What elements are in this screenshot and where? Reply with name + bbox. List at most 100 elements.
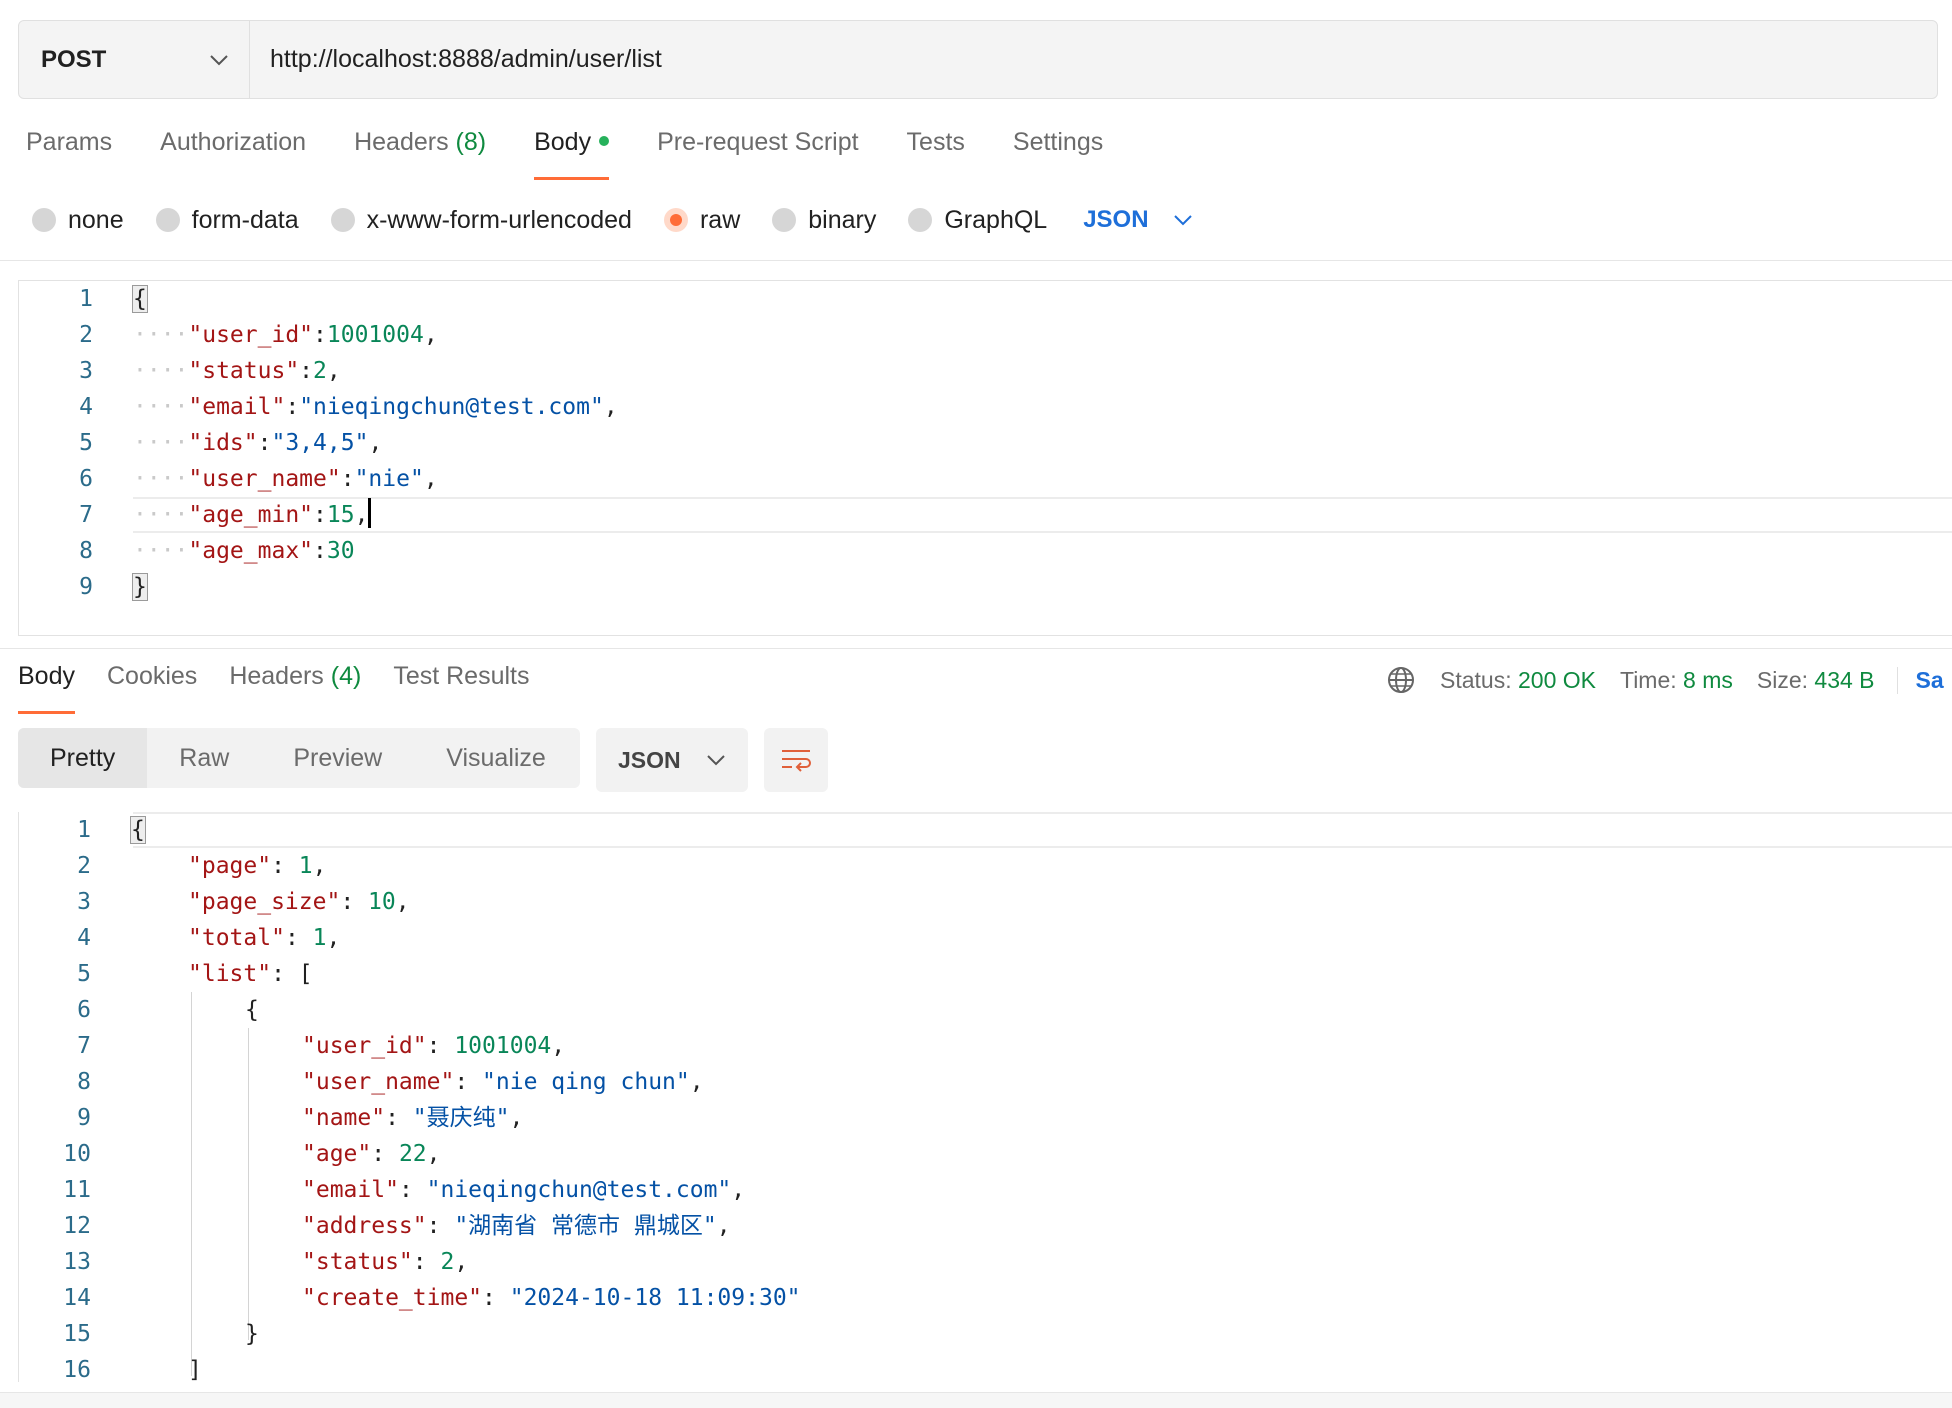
text-cursor: [368, 498, 372, 528]
tab-body[interactable]: Body: [534, 128, 610, 180]
view-preview[interactable]: Preview: [261, 728, 414, 788]
matched-brace: {: [130, 816, 146, 844]
radio-form-data[interactable]: form-data: [155, 206, 299, 235]
save-response-button[interactable]: Sa: [1896, 666, 1944, 694]
json-punctuation: ,: [423, 466, 438, 492]
json-key: "user_id": [302, 1033, 427, 1059]
matched-brace: }: [132, 573, 148, 601]
radio-circle: [155, 208, 180, 232]
json-punctuation: :: [299, 358, 314, 384]
response-status: Status: 200 OK Time: 8 ms Size: 434 B Sa: [1386, 662, 1944, 698]
tab-test-results[interactable]: Test Results: [393, 662, 529, 714]
tab-pre-request-script[interactable]: Pre-request Script: [657, 128, 858, 180]
json-punctuation: ,: [426, 1141, 441, 1167]
line-number: 2: [77, 853, 91, 879]
response-format-label: JSON: [618, 746, 681, 773]
url-input[interactable]: [250, 21, 1937, 98]
wrap-lines-button[interactable]: [764, 728, 828, 792]
code-line: 1{: [19, 812, 1952, 848]
tab-response-headers[interactable]: Headers (4): [229, 662, 361, 714]
json-number: 1: [298, 853, 313, 879]
status-value[interactable]: 200 OK: [1518, 667, 1596, 694]
tab-params[interactable]: Params: [26, 128, 112, 180]
view-pretty[interactable]: Pretty: [18, 728, 148, 788]
tab-settings[interactable]: Settings: [1013, 128, 1103, 180]
line-number: 4: [79, 394, 93, 420]
code-text: ····"age_min":15,: [133, 497, 372, 533]
line-number: 13: [63, 1249, 91, 1275]
method-select[interactable]: POST: [19, 21, 250, 98]
divider: [0, 648, 1952, 649]
radio-raw[interactable]: raw: [663, 206, 740, 235]
code-text: "user_id": 1001004,: [302, 1028, 565, 1064]
code-line: 11 "email": "nieqingchun@test.com",: [19, 1172, 1952, 1208]
tab-tests[interactable]: Tests: [907, 128, 965, 180]
code-line: 6 ····"user_name":"nie",: [19, 461, 1952, 497]
time-value[interactable]: 8 ms: [1683, 667, 1733, 694]
whitespace-marker: ····: [133, 430, 189, 456]
response-body-viewer[interactable]: 1{2 "page": 1, 3 "page_size": 10, 4 "total": …: [18, 812, 1952, 1382]
line-number: 1: [79, 286, 93, 312]
json-punctuation: ,: [312, 853, 327, 879]
json-string: "nie": [354, 466, 424, 492]
view-raw[interactable]: Raw: [147, 728, 261, 788]
code-line: 5 "list": [: [19, 956, 1952, 992]
body-language-label: JSON: [1083, 206, 1149, 233]
json-key: "status": [302, 1249, 413, 1275]
code-line: 6{: [19, 992, 1952, 1028]
request-body-editor[interactable]: 1{2 ····"user_id":1001004, 3 ····"status":2…: [18, 280, 1952, 636]
code-line: 12 "address": "湖南省 常德市 鼎城区",: [19, 1208, 1952, 1244]
whitespace-marker: ····: [133, 502, 189, 528]
radio-graphql[interactable]: GraphQL: [908, 206, 1047, 235]
code-text: ····"ids":"3,4,5",: [133, 425, 382, 461]
radio-binary[interactable]: binary: [772, 206, 876, 235]
code-text: "list": [: [188, 956, 313, 992]
json-punctuation: :: [313, 322, 327, 348]
radio-circle: [330, 208, 355, 232]
globe-icon[interactable]: [1386, 665, 1416, 695]
json-punctuation: ,: [731, 1177, 746, 1203]
code-line: 3 ····"status":2,: [19, 353, 1952, 389]
json-number: 2: [440, 1249, 455, 1275]
radio-label: GraphQL: [944, 205, 1048, 234]
json-punctuation: ,: [395, 889, 410, 915]
json-punctuation: :: [426, 1033, 455, 1059]
tab-response-body[interactable]: Body: [18, 662, 75, 714]
code-line: 10 "age": 22,: [19, 1136, 1952, 1172]
body-language-select[interactable]: JSON: [1083, 206, 1192, 234]
tab-cookies[interactable]: Cookies: [107, 662, 197, 714]
size-value[interactable]: 434 B: [1814, 667, 1874, 694]
line-number: 2: [79, 322, 93, 348]
radio-circle: [663, 208, 688, 232]
radio-circle: [908, 208, 933, 232]
tab-authorization[interactable]: Authorization: [160, 128, 306, 180]
json-punctuation: ,: [354, 502, 369, 528]
code-text: }: [245, 1316, 259, 1352]
tab-headers[interactable]: Headers (8): [354, 128, 486, 180]
headers-count: (4): [330, 662, 362, 690]
code-text: "total": 1,: [188, 920, 340, 956]
code-line: 16]: [19, 1352, 1952, 1382]
chevron-down-icon: [707, 755, 725, 766]
code-text: {: [130, 812, 146, 848]
json-punctuation: ,: [603, 394, 618, 420]
view-visualize[interactable]: Visualize: [414, 728, 578, 788]
code-text: {: [245, 992, 259, 1028]
line-number: 14: [63, 1285, 91, 1311]
json-punctuation: :: [257, 430, 272, 456]
radio-none[interactable]: none: [32, 206, 124, 235]
tab-label: Body: [18, 662, 75, 690]
line-number: 11: [63, 1177, 91, 1203]
json-punctuation: :: [482, 1285, 510, 1311]
response-tabs: Body Cookies Headers (4) Test Results: [18, 662, 562, 714]
radio-x-www-form-urlencoded[interactable]: x-www-form-urlencoded: [330, 206, 632, 235]
json-punctuation: :: [313, 538, 327, 564]
json-number: 1001004: [326, 322, 424, 348]
tab-label: Authorization: [160, 128, 307, 156]
tab-label: Tests: [906, 128, 965, 156]
json-punctuation: :: [340, 889, 369, 915]
json-punctuation: :: [426, 1213, 455, 1239]
json-key: "age_min": [188, 502, 314, 528]
response-format-select[interactable]: JSON: [596, 728, 748, 792]
tab-label: Settings: [1012, 128, 1104, 156]
